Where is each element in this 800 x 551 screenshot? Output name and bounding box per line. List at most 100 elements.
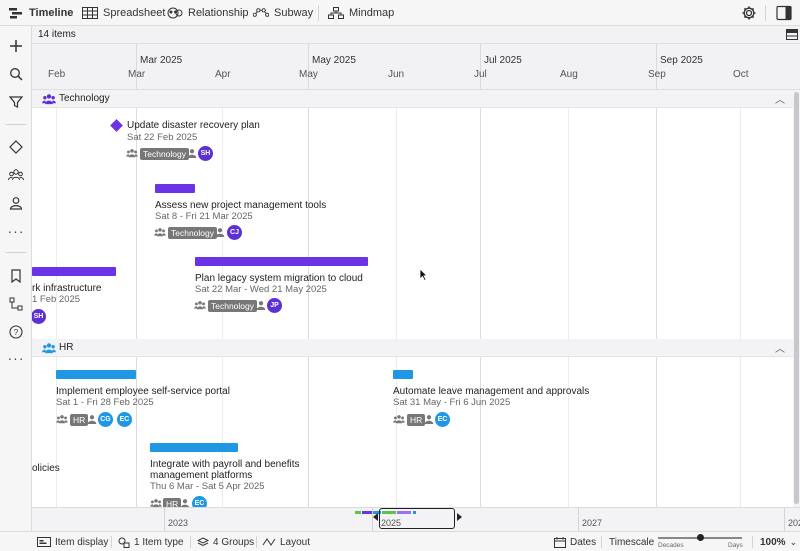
year-label: 202 (788, 518, 800, 528)
item-title-line1[interactable]: Integrate with payroll and benefits (150, 459, 300, 470)
calendar-icon (554, 536, 566, 548)
spreadsheet-icon (82, 7, 98, 19)
timeline-canvas[interactable]: Technology ︿ Update disaster recovery pl… (32, 90, 793, 507)
avatar[interactable]: CG (98, 412, 113, 427)
chevron-down-icon: ⌄ (789, 536, 798, 547)
task-bar[interactable] (155, 184, 195, 193)
month-label: Oct (733, 69, 749, 80)
add-icon[interactable] (5, 35, 27, 57)
avatar[interactable]: SH (198, 146, 213, 161)
item-type-button[interactable]: 1 Item type (118, 532, 183, 551)
milestone-marker[interactable] (110, 119, 123, 132)
collapse-chevron-icon[interactable]: ︿ (775, 340, 785, 355)
hierarchy-icon[interactable] (5, 293, 27, 315)
item-title-line2[interactable]: management platforms (150, 470, 252, 481)
viewport-left-handle-icon[interactable] (373, 513, 378, 521)
task-bar[interactable] (150, 443, 238, 452)
group-label: Technology (59, 93, 110, 104)
avatar[interactable]: EC (117, 412, 132, 427)
status-divider (190, 536, 191, 548)
zoom-select[interactable]: 100% ⌄ (760, 532, 797, 551)
item-title[interactable]: Update disaster recovery plan (127, 120, 260, 131)
more-icon[interactable]: ··· (5, 220, 27, 242)
month-label: Jun (388, 69, 405, 80)
group-icon (194, 301, 206, 310)
quarter-label: Sep 2025 (660, 55, 703, 66)
dates-label: Dates (570, 536, 597, 548)
group-icon (150, 499, 162, 507)
group-people-icon[interactable] (5, 164, 27, 186)
avatar[interactable]: EC (192, 496, 207, 507)
tab-label: Relationship (188, 7, 249, 19)
layout-button[interactable]: Layout (262, 532, 310, 551)
avatar[interactable]: SH (32, 309, 46, 324)
quarter-label: Jul 2025 (484, 55, 522, 66)
task-bar[interactable] (32, 267, 116, 276)
tab-mindmap[interactable]: Mindmap (328, 0, 394, 26)
tab-timeline[interactable]: Timeline (8, 0, 73, 26)
timeline-overview[interactable]: 2023 2025 2027 202 (32, 507, 800, 532)
item-title[interactable]: Plan legacy system migration to cloud (195, 273, 363, 284)
item-title[interactable]: rk infrastructure (32, 283, 101, 294)
item-title[interactable]: Assess new project management tools (155, 200, 326, 211)
grid-line (396, 90, 397, 507)
task-bar[interactable] (393, 370, 413, 379)
rail-divider (6, 252, 26, 253)
gear-icon[interactable] (741, 5, 757, 21)
group-icon (42, 343, 56, 354)
group-header-hr[interactable]: HR ︿ (32, 339, 793, 357)
month-label: Aug (560, 69, 578, 80)
tab-label: Timeline (29, 7, 74, 19)
panel-toggle-icon[interactable] (776, 5, 792, 21)
layout-icon (262, 538, 276, 546)
grid-line (480, 90, 481, 507)
task-bar[interactable] (195, 257, 368, 266)
dates-button[interactable]: Dates (554, 532, 596, 551)
task-bar[interactable] (56, 370, 136, 379)
collapse-chevron-icon[interactable]: ︿ (775, 91, 785, 106)
item-title[interactable]: Implement employee self-service portal (56, 386, 230, 397)
filter-icon[interactable] (5, 91, 27, 113)
month-label: May (299, 69, 318, 80)
item-title[interactable]: Automate leave management and approvals (393, 386, 589, 397)
item-display-label: Item display (55, 536, 109, 548)
viewport-right-handle-icon[interactable] (457, 513, 462, 521)
more-icon[interactable]: ··· (5, 347, 27, 369)
timescale-slider-handle[interactable] (697, 534, 704, 541)
rail-divider (6, 124, 26, 125)
item-dates: Sat 1 - Fri 28 Feb 2025 (56, 397, 154, 408)
item-dates: 1 Feb 2025 (32, 294, 81, 305)
collapse-panel-icon[interactable] (786, 29, 798, 40)
item-dates: Sat 31 May - Fri 6 Jun 2025 (393, 397, 511, 408)
bookmark-icon[interactable] (5, 265, 27, 287)
year-label: 2023 (168, 518, 189, 528)
tab-subway[interactable]: Subway (253, 0, 313, 26)
tab-relationship[interactable]: Relationship (167, 0, 249, 26)
zoom-value: 100% (760, 536, 786, 548)
status-divider (601, 536, 602, 548)
avatar[interactable]: EC (435, 412, 450, 427)
help-icon[interactable]: ? (5, 321, 27, 343)
item-dates: Sat 22 Feb 2025 (127, 132, 198, 143)
milestone-icon[interactable] (5, 136, 27, 158)
group-tag: Technology (208, 300, 258, 312)
groups-button[interactable]: 4 Groups (197, 532, 254, 551)
overview-viewport[interactable] (379, 508, 455, 529)
avatar[interactable]: JP (267, 298, 282, 313)
item-count: 14 items (38, 29, 76, 40)
person-icon[interactable] (5, 192, 27, 214)
search-icon[interactable] (5, 63, 27, 85)
group-header-technology[interactable]: Technology ︿ (32, 90, 793, 108)
person-icon (424, 415, 434, 424)
grid-line (740, 90, 741, 507)
vertical-scrollbar[interactable] (793, 90, 800, 507)
item-title[interactable]: olicies (32, 463, 60, 474)
tab-spreadsheet[interactable]: Spreadsheet (82, 0, 165, 26)
scrollbar-thumb[interactable] (794, 92, 799, 504)
overview-mark (355, 511, 361, 514)
item-display-button[interactable]: Item display (37, 532, 108, 551)
left-toolbar: ··· ? ··· (0, 26, 32, 531)
avatar[interactable]: CJ (227, 225, 242, 240)
group-tag: Technology (140, 148, 190, 160)
grid-line (308, 90, 309, 507)
